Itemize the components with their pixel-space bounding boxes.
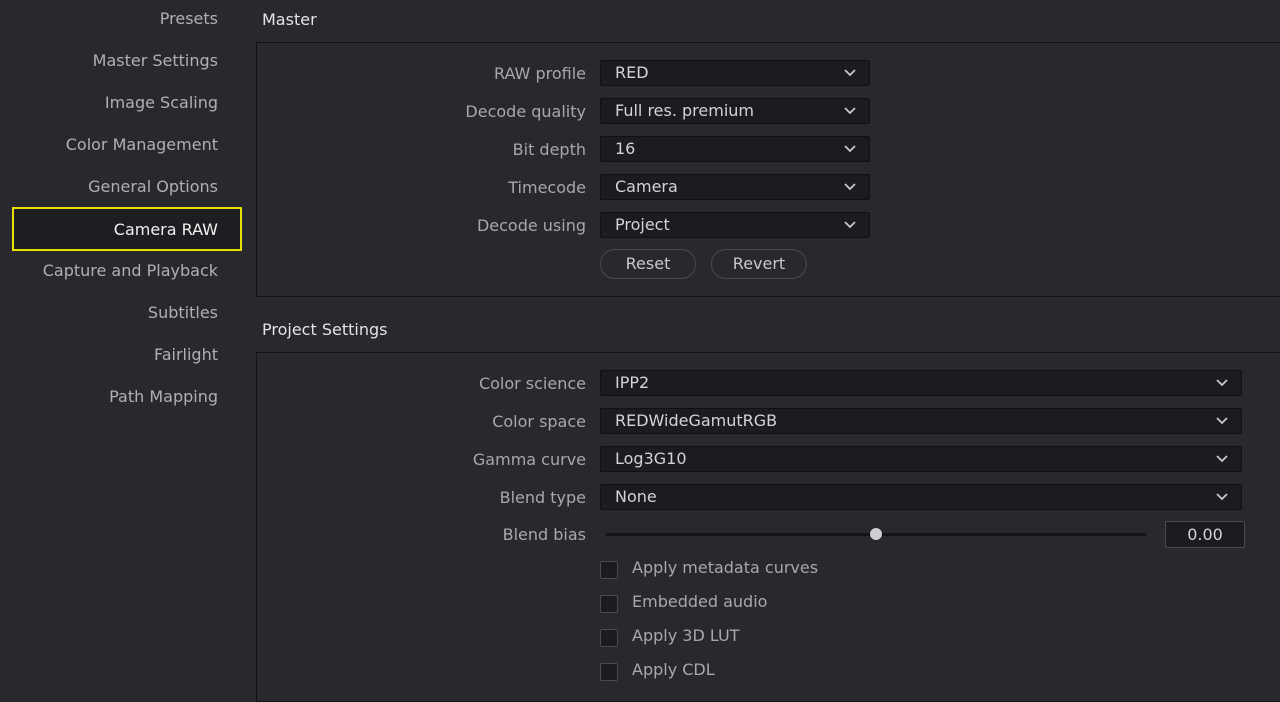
apply-3d-lut-checkbox[interactable] bbox=[600, 629, 618, 647]
chevron-down-icon bbox=[844, 107, 856, 115]
bit-depth-label: Bit depth bbox=[512, 140, 586, 159]
sidebar-item-fairlight[interactable]: Fairlight bbox=[154, 334, 218, 376]
sidebar-item-color-management[interactable]: Color Management bbox=[66, 124, 218, 166]
gamma-curve-dropdown[interactable]: Log3G10 bbox=[600, 446, 1242, 472]
color-science-dropdown[interactable]: IPP2 bbox=[600, 370, 1242, 396]
chevron-down-icon bbox=[844, 183, 856, 191]
sidebar-item-path-mapping[interactable]: Path Mapping bbox=[109, 376, 218, 418]
blend-bias-slider-thumb[interactable] bbox=[870, 528, 882, 540]
apply-cdl-label: Apply CDL bbox=[632, 660, 715, 679]
apply-metadata-curves-label: Apply metadata curves bbox=[632, 558, 819, 577]
apply-metadata-curves-checkbox[interactable] bbox=[600, 561, 618, 579]
blend-bias-label: Blend bias bbox=[502, 525, 586, 544]
color-space-dropdown[interactable]: REDWideGamutRGB bbox=[600, 408, 1242, 434]
bit-depth-dropdown[interactable]: 16 bbox=[600, 136, 870, 162]
decode-quality-dropdown[interactable]: Full res. premium bbox=[600, 98, 870, 124]
reset-button[interactable]: Reset bbox=[600, 249, 696, 279]
embedded-audio-checkbox[interactable] bbox=[600, 595, 618, 613]
sidebar-item-presets[interactable]: Presets bbox=[160, 0, 218, 40]
project-settings-panel bbox=[256, 352, 1280, 702]
raw-profile-value: RED bbox=[615, 63, 649, 82]
chevron-down-icon bbox=[844, 69, 856, 77]
revert-button[interactable]: Revert bbox=[711, 249, 807, 279]
timecode-dropdown[interactable]: Camera bbox=[600, 174, 870, 200]
color-space-value: REDWideGamutRGB bbox=[615, 411, 778, 430]
decode-using-dropdown[interactable]: Project bbox=[600, 212, 870, 238]
chevron-down-icon bbox=[844, 145, 856, 153]
gamma-curve-value: Log3G10 bbox=[615, 449, 687, 468]
blend-type-label: Blend type bbox=[499, 488, 586, 507]
bit-depth-value: 16 bbox=[615, 139, 636, 158]
chevron-down-icon bbox=[1216, 379, 1228, 387]
decode-using-label: Decode using bbox=[476, 216, 586, 235]
sidebar-item-image-scaling[interactable]: Image Scaling bbox=[105, 82, 218, 124]
color-science-value: IPP2 bbox=[615, 373, 650, 392]
blend-type-value: None bbox=[615, 487, 657, 506]
decode-quality-label: Decode quality bbox=[465, 102, 586, 121]
settings-sidebar: Presets Master Settings Image Scaling Co… bbox=[0, 0, 242, 702]
blend-bias-value-field[interactable]: 0.00 bbox=[1165, 521, 1245, 548]
gamma-curve-label: Gamma curve bbox=[472, 450, 586, 469]
sidebar-item-master-settings[interactable]: Master Settings bbox=[93, 40, 218, 82]
raw-profile-label: RAW profile bbox=[494, 64, 586, 83]
sidebar-item-general-options[interactable]: General Options bbox=[88, 166, 218, 208]
sidebar-item-capture-playback[interactable]: Capture and Playback bbox=[43, 250, 218, 292]
color-space-label: Color space bbox=[492, 412, 586, 431]
blend-type-dropdown[interactable]: None bbox=[600, 484, 1242, 510]
chevron-down-icon bbox=[1216, 417, 1228, 425]
project-settings-title: Project Settings bbox=[262, 320, 388, 339]
raw-profile-dropdown[interactable]: RED bbox=[600, 60, 870, 86]
decode-quality-value: Full res. premium bbox=[615, 101, 755, 120]
apply-cdl-checkbox[interactable] bbox=[600, 663, 618, 681]
chevron-down-icon bbox=[844, 221, 856, 229]
sidebar-item-camera-raw[interactable]: Camera RAW bbox=[12, 207, 242, 251]
apply-3d-lut-label: Apply 3D LUT bbox=[632, 626, 740, 645]
embedded-audio-label: Embedded audio bbox=[632, 592, 768, 611]
timecode-label: Timecode bbox=[508, 178, 586, 197]
chevron-down-icon bbox=[1216, 455, 1228, 463]
sidebar-item-subtitles[interactable]: Subtitles bbox=[148, 292, 218, 334]
chevron-down-icon bbox=[1216, 493, 1228, 501]
decode-using-value: Project bbox=[615, 215, 670, 234]
master-section-title: Master bbox=[262, 10, 317, 29]
color-science-label: Color science bbox=[478, 374, 586, 393]
timecode-value: Camera bbox=[615, 177, 678, 196]
